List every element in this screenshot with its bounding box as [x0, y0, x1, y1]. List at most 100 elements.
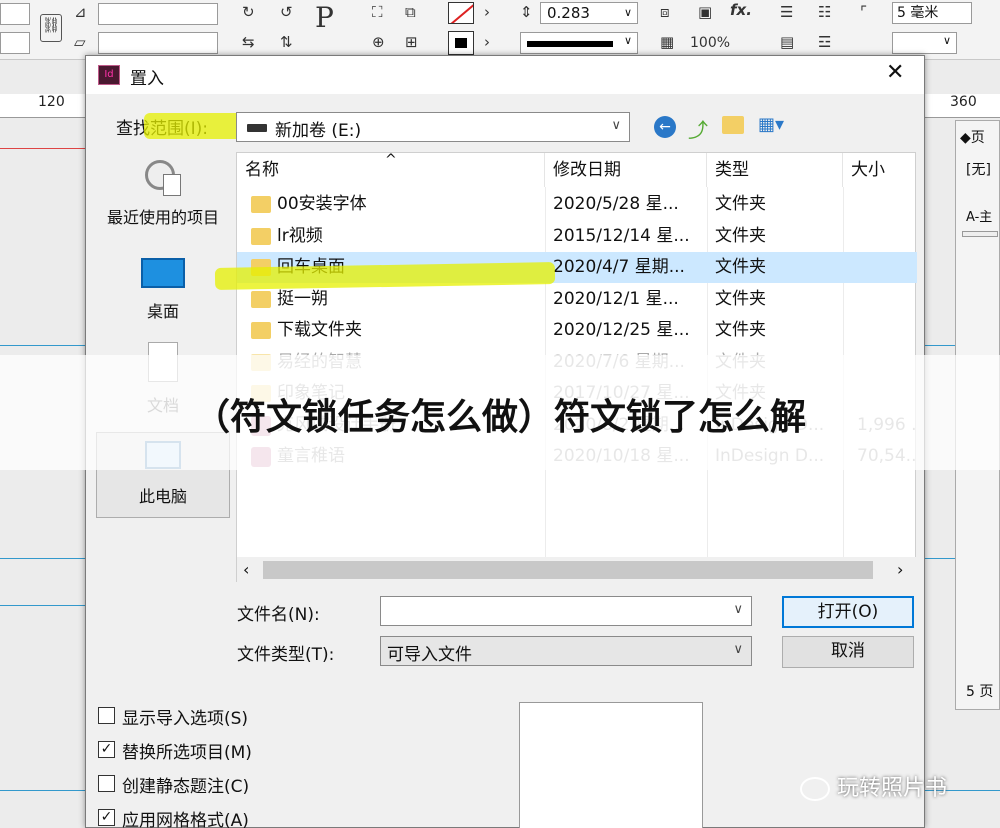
column-header-size[interactable]: 大小	[843, 153, 917, 187]
align-center-icon[interactable]: ☷	[818, 2, 831, 22]
filetype-label: 文件类型(T):	[237, 645, 335, 665]
drop-shadow-icon[interactable]: ▣	[698, 2, 712, 22]
fx-icon[interactable]: fx.	[730, 0, 752, 20]
flip-v-icon[interactable]: ⇅	[280, 32, 293, 52]
watermark: 玩转照片书	[800, 770, 947, 802]
align-right-icon[interactable]: ▤	[780, 32, 794, 52]
select-content-icon[interactable]: ⧉	[405, 2, 416, 22]
column-guide	[0, 605, 85, 606]
stepper-icon[interactable]: ⇕	[520, 2, 533, 22]
flip-h-icon[interactable]: ⇆	[242, 32, 255, 52]
select-prev-icon[interactable]: ⊕	[372, 32, 385, 52]
panel-page-count: 5 页	[966, 684, 994, 700]
chevron-right-icon[interactable]: ›	[484, 32, 490, 52]
file-row[interactable]: 下载文件夹 2020/12/25 星... 文件夹	[237, 315, 917, 346]
toolbar-field[interactable]	[0, 32, 30, 54]
frame-fit-icon[interactable]: ⧈	[660, 2, 670, 22]
up-folder-icon[interactable]: ⤴	[688, 114, 708, 143]
option-label: 显示导入选项(S)	[122, 709, 249, 729]
close-icon[interactable]: ✕	[886, 60, 904, 85]
place-label: 此电脑	[138, 487, 187, 506]
stroke-type-select[interactable]: ∨	[520, 32, 638, 54]
sort-ascending-icon: ^	[385, 152, 397, 168]
option-checkbox[interactable]: 显示导入选项(S)	[98, 704, 298, 729]
align-justify-icon[interactable]: ☲	[818, 32, 831, 52]
fill-none-swatch[interactable]	[448, 2, 474, 24]
rotate-icon[interactable]: ⊿	[74, 2, 87, 22]
option-checkbox[interactable]: ✓ 应用网格格式(A)	[98, 806, 298, 828]
column-guide	[0, 558, 85, 559]
corner-size-field[interactable]: 5 毫米	[892, 2, 972, 24]
panel-master-item[interactable]: A-主	[966, 206, 992, 225]
column-guide	[0, 345, 85, 346]
column-label: 名称	[245, 160, 279, 180]
chevron-down-icon: ∨	[733, 602, 743, 617]
file-type: 文件夹	[715, 257, 766, 277]
corner-icon[interactable]: ⌜	[860, 2, 867, 22]
new-folder-icon[interactable]	[722, 116, 744, 134]
link-icon[interactable]: ⛓	[40, 14, 62, 42]
filename-input[interactable]: ∨	[380, 596, 752, 626]
shear-icon[interactable]: ▱	[74, 32, 86, 52]
chevron-right-icon[interactable]: ›	[484, 2, 490, 22]
option-checkbox[interactable]: ✓ 替换所选项目(M)	[98, 738, 298, 763]
file-row[interactable]: 00安装字体 2020/5/28 星... 文件夹	[237, 189, 917, 220]
column-header-date[interactable]: 修改日期	[545, 153, 707, 187]
back-icon[interactable]: ←	[654, 116, 676, 138]
corner-size-value: 5 毫米	[897, 5, 939, 21]
stroke-swatch[interactable]	[448, 31, 474, 55]
file-date: 2020/5/28 星...	[553, 194, 679, 214]
panel-none-item[interactable]: [无]	[966, 159, 991, 179]
indesign-logo-icon: Id	[98, 65, 120, 85]
scroll-right-icon[interactable]: ›	[897, 560, 903, 579]
zoom-value[interactable]: 100%	[690, 33, 730, 53]
horizontal-ruler-right: 360	[925, 94, 1000, 118]
opacity-icon[interactable]: ▦	[660, 32, 674, 52]
column-header-name[interactable]: 名称 ^	[237, 152, 545, 187]
filetype-select[interactable]: 可导入文件 ∨	[380, 636, 752, 666]
view-menu-icon[interactable]: ▦▾	[758, 114, 784, 135]
column-header-type[interactable]: 类型	[707, 153, 843, 187]
column-guide	[0, 790, 85, 791]
place-recent[interactable]: 最近使用的项目	[96, 158, 230, 228]
rotate-ccw-icon[interactable]: ↺	[280, 2, 293, 22]
file-row[interactable]: 挺一朔 2020/12/1 星... 文件夹	[237, 284, 917, 315]
checkbox-unchecked-icon[interactable]	[98, 707, 115, 724]
panel-title: ◆页	[960, 130, 985, 146]
cancel-button[interactable]: 取消	[782, 636, 914, 668]
column-guide	[925, 345, 955, 346]
recent-items-icon	[143, 158, 183, 198]
scroll-thumb[interactable]	[263, 561, 873, 579]
toolbar-field[interactable]	[0, 3, 30, 25]
option-checkbox[interactable]: 创建静态题注(C)	[98, 772, 298, 797]
file-type: 文件夹	[715, 320, 766, 340]
corner-shape-select[interactable]: ∨	[892, 32, 957, 54]
toolbar-field[interactable]	[98, 32, 218, 54]
file-row[interactable]: lr视频 2015/12/14 星... 文件夹	[237, 221, 917, 252]
open-button[interactable]: 打开(O)	[782, 596, 914, 628]
rotate-cw-icon[interactable]: ↻	[242, 2, 255, 22]
option-label: 替换所选项目(M)	[122, 743, 252, 763]
checkbox-checked-icon[interactable]: ✓	[98, 809, 115, 826]
horizontal-ruler: 120	[0, 94, 85, 118]
file-date: 2020/12/25 星...	[553, 320, 690, 340]
banner-text: （符文锁任务怎么做）符文锁了怎么解	[193, 397, 806, 438]
lookin-select[interactable]: 新加卷 (E:) ∨	[236, 112, 630, 142]
stroke-weight-field[interactable]: 0.283 ∨	[540, 2, 638, 24]
align-left-icon[interactable]: ☰	[780, 2, 793, 22]
checkbox-unchecked-icon[interactable]	[98, 775, 115, 792]
place-desktop[interactable]: 桌面	[96, 258, 230, 322]
select-next-icon[interactable]: ⊞	[405, 32, 418, 52]
horizontal-scrollbar[interactable]: ‹ ›	[237, 557, 917, 583]
stroke-weight-value: 0.283	[547, 4, 590, 22]
folder-icon	[251, 227, 271, 245]
toolbar-field[interactable]	[98, 3, 218, 25]
preview-pane	[519, 702, 703, 828]
scroll-left-icon[interactable]: ‹	[243, 560, 249, 579]
select-container-icon[interactable]: ⛶	[372, 2, 383, 22]
dialog-title: 置入	[130, 69, 164, 89]
file-date: 2015/12/14 星...	[553, 225, 690, 246]
file-name: lr视频	[277, 225, 323, 246]
checkbox-checked-icon[interactable]: ✓	[98, 741, 115, 758]
filetype-value: 可导入文件	[387, 645, 472, 665]
